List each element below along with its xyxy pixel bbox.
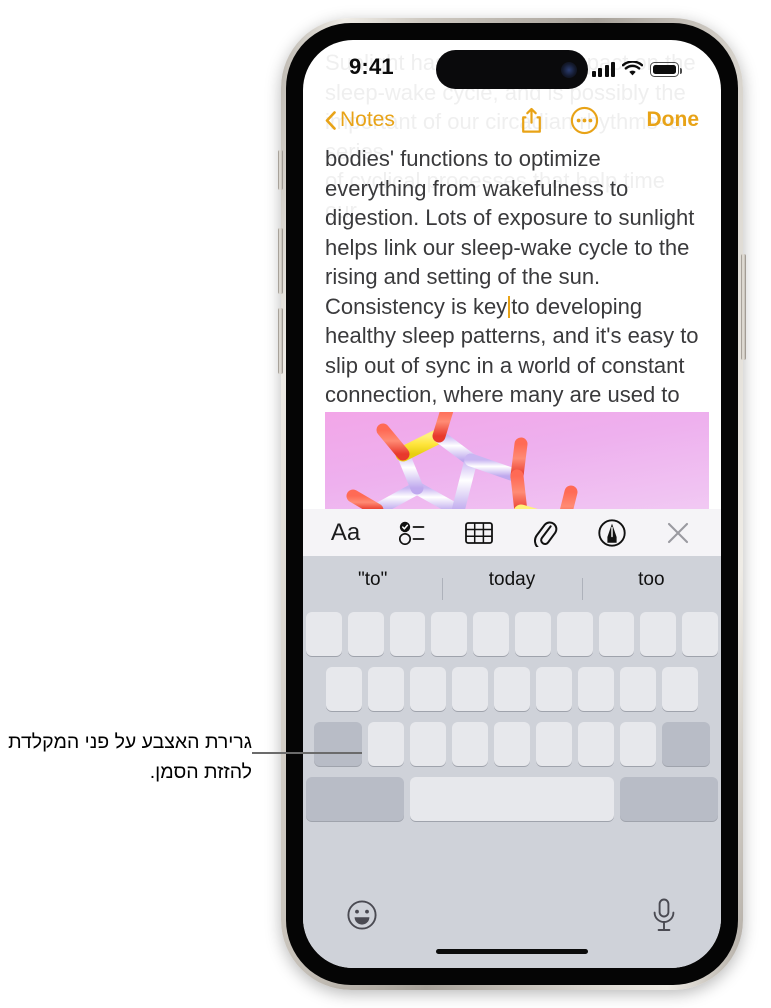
key[interactable] [620, 722, 656, 766]
home-indicator[interactable] [436, 948, 588, 954]
format-toolbar: Aa [303, 509, 721, 556]
attachment-button[interactable] [529, 518, 562, 548]
text-cursor [508, 295, 511, 318]
action-button[interactable] [278, 150, 283, 190]
power-button[interactable] [741, 254, 746, 360]
table-icon [464, 521, 493, 544]
key[interactable] [452, 722, 488, 766]
emoji-smiley-icon[interactable] [347, 900, 377, 930]
front-camera-icon [561, 61, 577, 78]
keyboard-row-4 [306, 777, 718, 821]
iphone-device-frame: Sunlight has a profound impact on the sl… [278, 18, 746, 990]
keyboard-row-3 [306, 722, 718, 766]
annotation-caption: גרירת האצבע על פני המקלדת להזזת הסמן. [8, 731, 252, 783]
key[interactable] [556, 612, 593, 656]
key[interactable] [389, 612, 426, 656]
paperclip-icon [534, 520, 558, 547]
battery-full-icon [650, 62, 682, 77]
table-button[interactable] [462, 518, 495, 548]
back-button-label: Notes [340, 108, 395, 131]
key[interactable] [410, 667, 446, 711]
text-format-button[interactable]: Aa [329, 518, 362, 548]
key[interactable] [368, 667, 404, 711]
note-text-body[interactable]: bodies' functions to optimize everything… [303, 144, 721, 439]
keyboard-row-1 [306, 612, 718, 656]
key[interactable] [578, 667, 614, 711]
key[interactable] [347, 612, 384, 656]
suggestion-0[interactable]: "to" [303, 569, 442, 591]
nav-action-icons: Done [517, 106, 700, 135]
key[interactable] [473, 612, 509, 656]
device-bezel: Sunlight has a profound impact on the sl… [286, 23, 738, 985]
screenshot-root: גרירת האצבע על פני המקלדת להזזת הסמן. Su… [0, 0, 771, 1008]
key[interactable] [326, 667, 362, 711]
numbers-key[interactable] [306, 777, 405, 821]
key[interactable] [494, 667, 530, 711]
key[interactable] [682, 612, 718, 656]
key[interactable] [598, 612, 635, 656]
key[interactable] [494, 722, 530, 766]
checklist-button[interactable] [396, 518, 429, 548]
volume-down-button[interactable] [278, 308, 283, 374]
return-key[interactable] [619, 777, 718, 821]
delete-key[interactable] [662, 722, 710, 766]
wifi-icon [622, 61, 643, 76]
volume-up-button[interactable] [278, 228, 283, 294]
navigation-bar: Notes Done [303, 96, 721, 144]
microphone-icon[interactable] [651, 898, 677, 932]
markup-button[interactable] [595, 518, 628, 548]
dynamic-island [436, 50, 588, 89]
shift-key[interactable] [314, 722, 362, 766]
chevron-left-icon [325, 110, 336, 130]
predictive-text-bar: "to" today too [303, 556, 721, 604]
markup-pen-icon [598, 518, 626, 547]
status-clock: 9:41 [349, 54, 394, 79]
key[interactable] [368, 722, 404, 766]
key[interactable] [515, 612, 551, 656]
on-screen-keyboard[interactable] [303, 604, 721, 968]
text-format-icon: Aa [330, 518, 361, 546]
key[interactable] [578, 722, 614, 766]
key[interactable] [662, 667, 698, 711]
keyboard-bottom-bar [303, 884, 721, 968]
annotation-leader-line [252, 752, 362, 754]
done-button[interactable]: Done [647, 108, 700, 132]
key[interactable] [452, 667, 488, 711]
key[interactable] [620, 667, 656, 711]
share-icon[interactable] [517, 106, 546, 135]
back-to-notes-button[interactable]: Notes [325, 108, 395, 132]
key[interactable] [431, 612, 468, 656]
suggestion-2[interactable]: too [581, 569, 721, 600]
space-key[interactable] [410, 777, 614, 821]
device-screen: Sunlight has a profound impact on the sl… [303, 40, 721, 968]
key[interactable] [536, 722, 572, 766]
key[interactable] [410, 722, 446, 766]
key[interactable] [536, 667, 572, 711]
ellipsis-circle-icon[interactable] [570, 106, 599, 135]
key[interactable] [306, 612, 342, 656]
cellular-bars-icon [591, 62, 615, 77]
keyboard-row-2 [306, 667, 718, 711]
status-indicators [591, 57, 682, 77]
key[interactable] [640, 612, 677, 656]
suggestion-1[interactable]: today [442, 569, 581, 600]
checklist-icon [399, 521, 425, 545]
close-keyboard-button[interactable] [662, 518, 695, 548]
close-icon [668, 522, 689, 543]
